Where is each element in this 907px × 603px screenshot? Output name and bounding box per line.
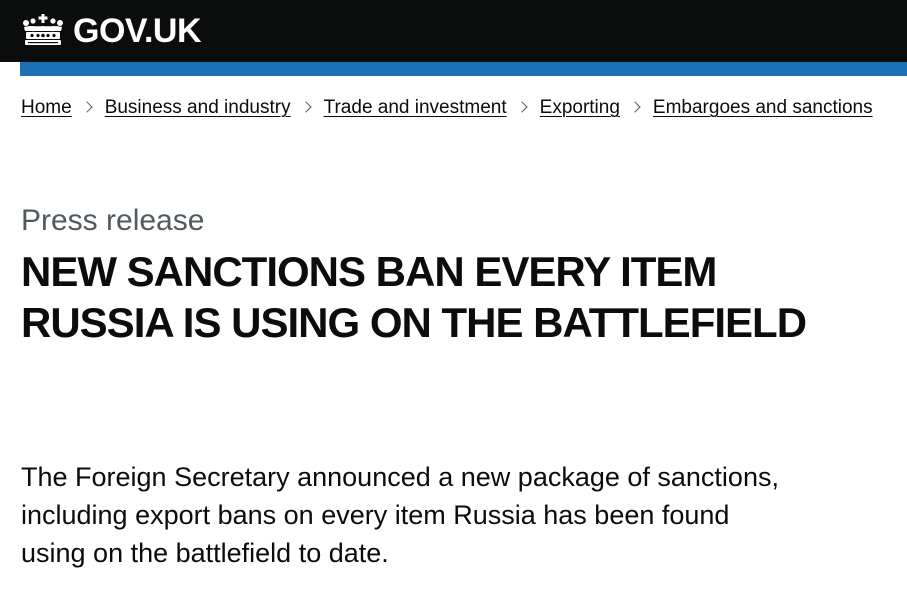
- breadcrumb-business-and-industry[interactable]: Business and industry: [105, 96, 291, 120]
- crown-icon: [23, 14, 63, 45]
- chevron-right-icon: [515, 101, 528, 113]
- breadcrumb-embargoes-and-sanctions[interactable]: Embargoes and sanctions: [653, 96, 873, 120]
- header-accent-bar: [20, 62, 907, 76]
- chevron-right-icon: [81, 101, 93, 113]
- document-type-caption: Press release: [21, 204, 205, 237]
- breadcrumb-home[interactable]: Home: [21, 96, 72, 120]
- govuk-logo-text: GOV.UK: [73, 12, 202, 50]
- chevron-right-icon: [299, 101, 312, 113]
- govuk-logo-link[interactable]: GOV.UK: [20, 12, 202, 50]
- breadcrumb: Home Business and industry Trade and inv…: [21, 96, 873, 120]
- chevron-right-icon: [629, 101, 641, 113]
- breadcrumb-exporting[interactable]: Exporting: [540, 96, 620, 120]
- lead-paragraph: The Foreign Secretary announced a new pa…: [21, 462, 779, 568]
- breadcrumb-trade-and-investment[interactable]: Trade and investment: [324, 96, 507, 120]
- site-header: GOV.UK: [0, 0, 907, 62]
- page-title: NEW SANCTIONS BAN EVERY ITEM RUSSIA IS U…: [21, 248, 807, 346]
